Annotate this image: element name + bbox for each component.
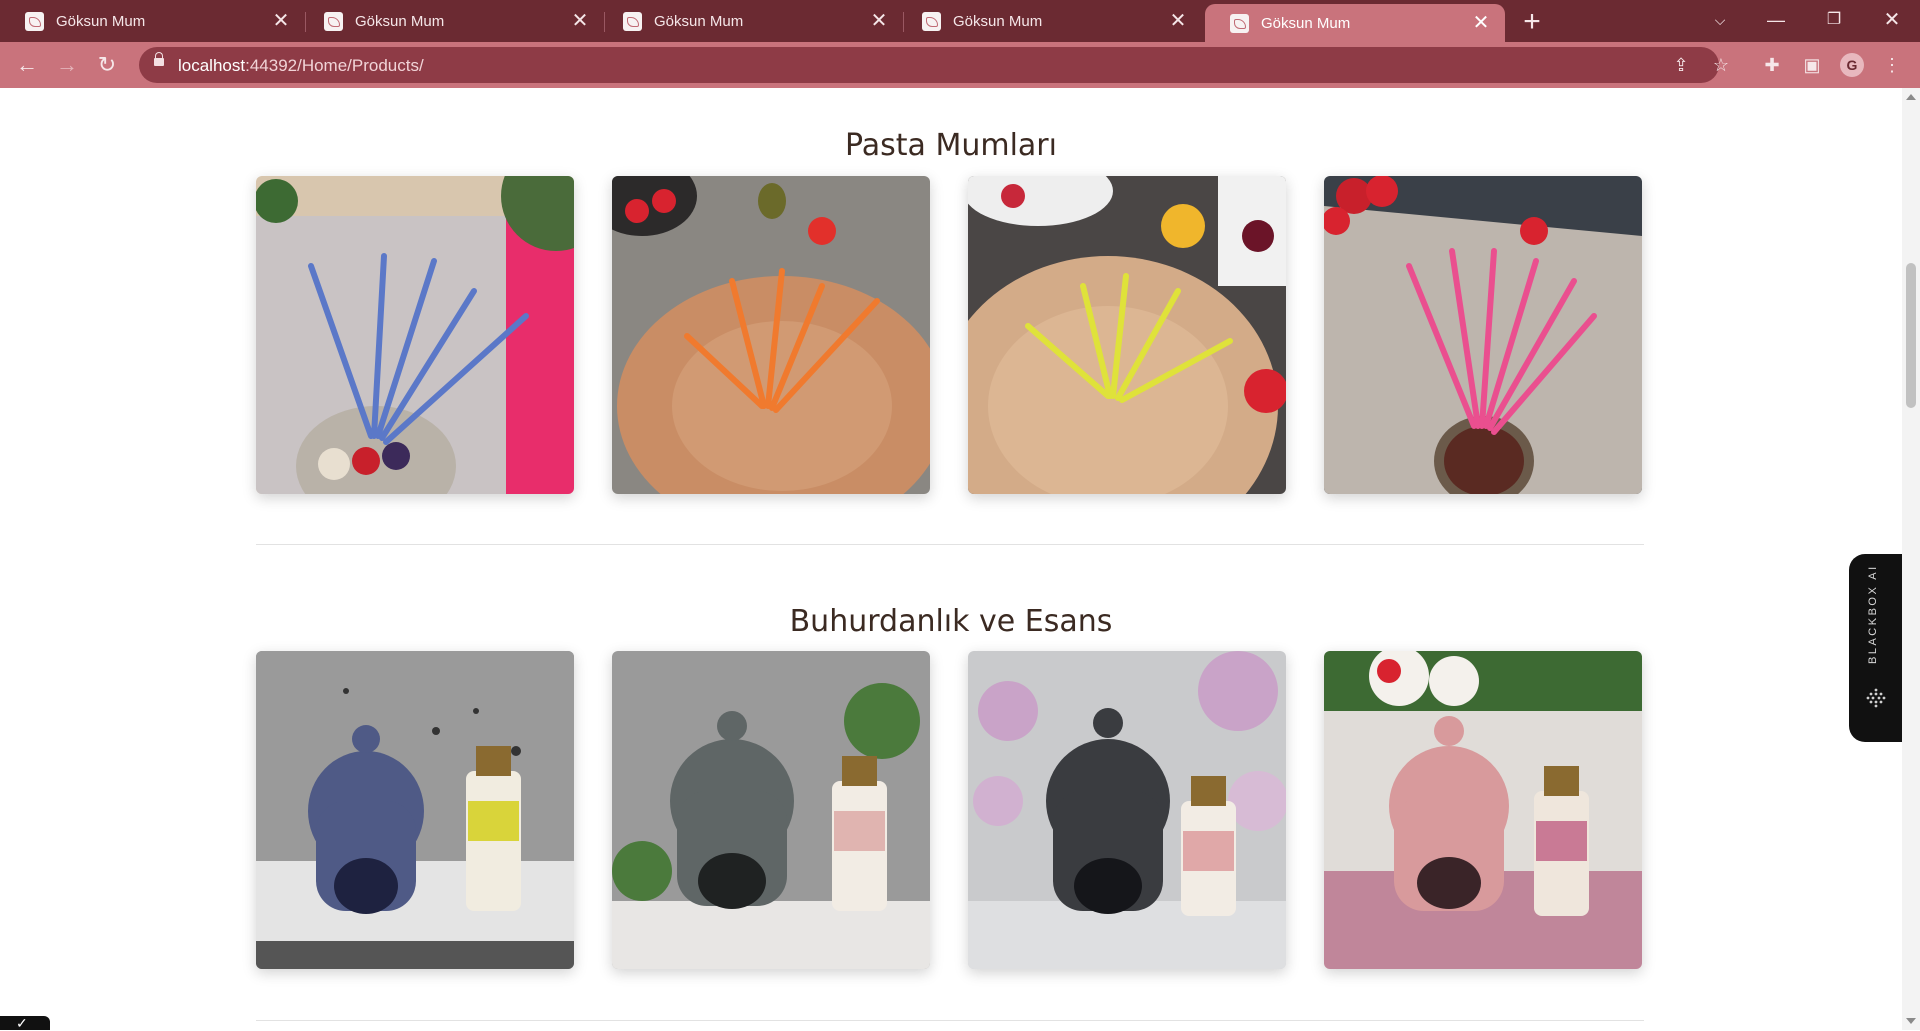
tab-strip: Göksun Mum ✕ Göksun Mum ✕ Göksun Mum ✕ G… xyxy=(0,0,1920,42)
browser-tab-active[interactable]: Göksun Mum ✕ xyxy=(1205,4,1505,42)
close-tab-icon[interactable]: ✕ xyxy=(1469,11,1493,35)
forward-arrow-icon[interactable]: → xyxy=(52,50,82,80)
product-image-pink-oil-burner-with-essence xyxy=(1324,651,1642,969)
browser-tab[interactable]: Göksun Mum ✕ xyxy=(598,0,904,42)
tab-title: Göksun Mum xyxy=(355,12,445,30)
side-panel-icon[interactable]: ▣ xyxy=(1800,53,1824,77)
browser-menu-icon[interactable]: ⋮ xyxy=(1880,53,1904,77)
product-image-pink-birthday-candles xyxy=(1324,176,1642,494)
address-bar[interactable]: localhost:44392/Home/Products/ ⇪ ☆ xyxy=(139,47,1729,83)
corner-check-icon[interactable]: ✓ xyxy=(0,1016,50,1030)
product-card[interactable] xyxy=(968,176,1286,494)
product-card[interactable] xyxy=(256,176,574,494)
restore-window-icon[interactable]: ❐ xyxy=(1806,0,1862,40)
products-page: Pasta Mumları Buhurdanlık ve Esans BLACK… xyxy=(0,88,1902,1030)
extensions-puzzle-icon[interactable]: ✚ xyxy=(1760,53,1784,77)
tab-title: Göksun Mum xyxy=(953,12,1043,30)
browser-tab[interactable]: Göksun Mum ✕ xyxy=(299,0,605,42)
browser-tab[interactable]: Göksun Mum ✕ xyxy=(0,0,306,42)
section-divider xyxy=(256,1020,1644,1021)
scroll-thumb[interactable] xyxy=(1906,263,1916,408)
share-icon[interactable]: ⇪ xyxy=(1669,53,1693,77)
lock-icon xyxy=(154,52,164,66)
site-favicon-icon xyxy=(25,11,44,31)
scroll-down-arrow-icon[interactable] xyxy=(1906,1018,1916,1024)
url-path: :44392/Home/Products/ xyxy=(245,56,424,75)
url-text[interactable]: localhost:44392/Home/Products/ xyxy=(178,56,424,76)
product-card[interactable] xyxy=(612,651,930,969)
blackbox-logo-icon xyxy=(1866,688,1886,708)
tab-title: Göksun Mum xyxy=(56,12,146,30)
section-divider xyxy=(256,544,1644,545)
profile-avatar[interactable]: G xyxy=(1840,53,1864,77)
back-arrow-icon[interactable]: ← xyxy=(12,50,42,80)
blackbox-ai-widget[interactable]: BLACKBOX AI xyxy=(1849,554,1902,742)
product-image-grey-oil-burner-with-essence xyxy=(612,651,930,969)
product-card[interactable] xyxy=(256,651,574,969)
browser-toolbar: ← → ↻ localhost:44392/Home/Products/ ⇪ ☆… xyxy=(0,42,1920,88)
product-image-blue-birthday-candles xyxy=(256,176,574,494)
browser-tab[interactable]: Göksun Mum ✕ xyxy=(897,0,1202,42)
tab-title: Göksun Mum xyxy=(654,12,744,30)
site-favicon-icon xyxy=(922,11,941,31)
product-card[interactable] xyxy=(1324,176,1642,494)
minimize-icon[interactable]: — xyxy=(1748,0,1804,40)
site-favicon-icon xyxy=(623,11,642,31)
tab-search-chevron-icon[interactable]: ⌵ xyxy=(1692,0,1748,40)
product-card[interactable] xyxy=(612,176,930,494)
product-image-orange-birthday-candles xyxy=(612,176,930,494)
bookmark-star-icon[interactable]: ☆ xyxy=(1709,53,1733,77)
product-image-yellow-birthday-candles xyxy=(968,176,1286,494)
close-tab-icon[interactable]: ✕ xyxy=(568,9,592,33)
new-tab-plus-icon[interactable]: + xyxy=(1516,6,1548,38)
section-title-pasta-mumlari: Pasta Mumları xyxy=(845,128,1057,163)
scroll-up-arrow-icon[interactable] xyxy=(1906,94,1916,100)
product-card[interactable] xyxy=(1324,651,1642,969)
blackbox-ai-label: BLACKBOX AI xyxy=(1867,564,1879,664)
page-scrollbar[interactable] xyxy=(1902,88,1920,1030)
close-window-icon[interactable]: ✕ xyxy=(1864,0,1920,40)
close-tab-icon[interactable]: ✕ xyxy=(1166,9,1190,33)
product-card[interactable] xyxy=(968,651,1286,969)
close-tab-icon[interactable]: ✕ xyxy=(269,9,293,33)
site-favicon-icon xyxy=(324,11,343,31)
close-tab-icon[interactable]: ✕ xyxy=(867,9,891,33)
url-host: localhost xyxy=(178,56,246,75)
product-image-black-oil-burner-with-essence xyxy=(968,651,1286,969)
site-favicon-icon xyxy=(1230,13,1249,33)
section-title-buhurdanlik-ve-esans: Buhurdanlık ve Esans xyxy=(789,604,1113,639)
reload-icon[interactable]: ↻ xyxy=(92,50,122,80)
product-image-blue-oil-burner-with-essence xyxy=(256,651,574,969)
tab-title: Göksun Mum xyxy=(1261,14,1351,32)
